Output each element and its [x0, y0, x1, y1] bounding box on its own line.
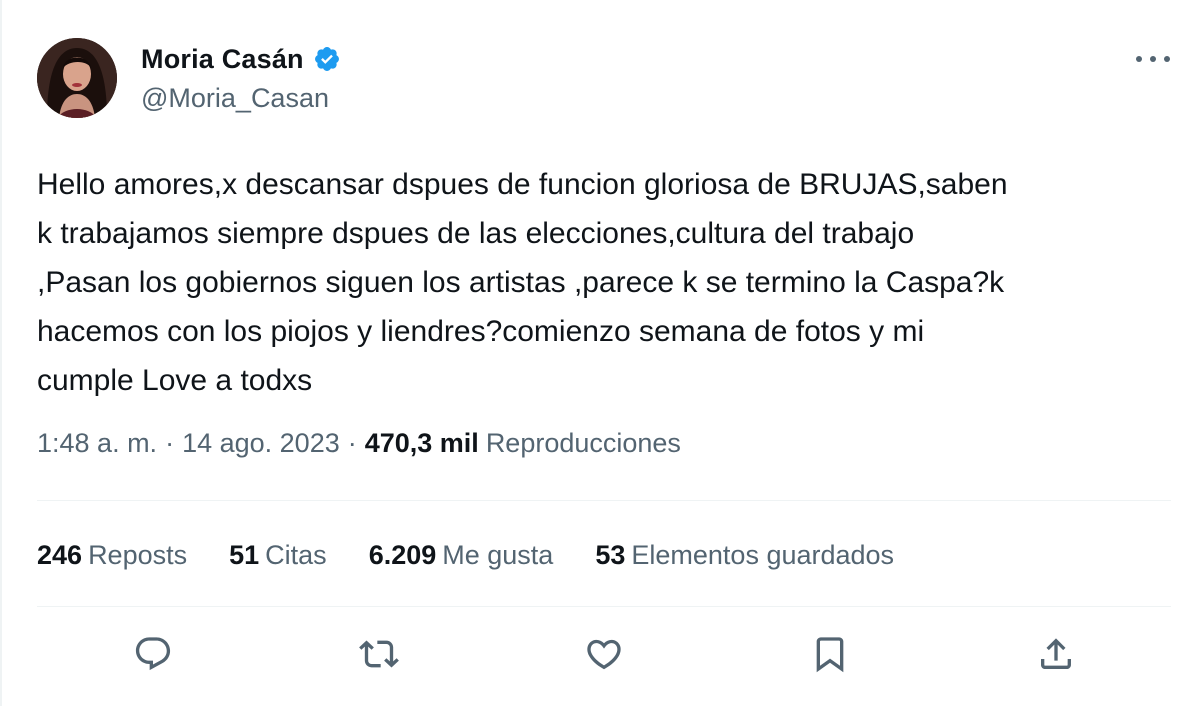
- views-label[interactable]: Reproducciones: [486, 428, 681, 459]
- more-dot: [1136, 56, 1142, 62]
- reply-icon: [135, 637, 171, 671]
- stat-bookmarks[interactable]: 53 Elementos guardados: [595, 540, 894, 571]
- more-dot: [1164, 56, 1170, 62]
- stat-label: Citas: [265, 539, 327, 570]
- bookmark-button[interactable]: [808, 632, 852, 676]
- more-horizontal-icon[interactable]: [1136, 52, 1170, 66]
- bookmark-icon: [816, 637, 844, 673]
- more-dot: [1150, 56, 1156, 62]
- tweet-text: Hello amores,x descansar dspues de funci…: [37, 168, 1008, 397]
- tweet-card: Moria Casán @Moria_Casan Hello amores,x …: [0, 0, 1200, 706]
- repost-button[interactable]: [357, 632, 401, 676]
- author-name-row[interactable]: Moria Casán: [141, 42, 341, 76]
- reply-button[interactable]: [131, 632, 175, 676]
- profile-photo: [37, 38, 117, 118]
- verified-badge-icon[interactable]: [313, 45, 341, 73]
- author-handle[interactable]: @Moria_Casan: [141, 83, 329, 114]
- stat-count: 246: [37, 539, 83, 570]
- tweet-stats: 246 Reposts 51 Citas 6.209 Me gusta 53 E…: [37, 535, 936, 575]
- repost-icon: [359, 640, 399, 668]
- author-display-name[interactable]: Moria Casán: [141, 44, 304, 75]
- stat-label: Me gusta: [442, 539, 554, 570]
- meta-separator: ·: [165, 428, 175, 458]
- stat-likes[interactable]: 6.209 Me gusta: [369, 540, 554, 571]
- stat-count: 51: [229, 539, 260, 570]
- like-button[interactable]: [582, 632, 626, 676]
- stat-count: 53: [595, 539, 626, 570]
- tweet-meta: 1:48 a. m. · 14 ago. 2023 · 470,3 mil Re…: [37, 428, 681, 459]
- action-bar: [0, 632, 1200, 682]
- views-count[interactable]: 470,3 mil: [365, 428, 479, 459]
- divider: [37, 500, 1171, 501]
- divider: [37, 606, 1171, 607]
- stat-reposts[interactable]: 246 Reposts: [37, 540, 187, 571]
- stat-count: 6.209: [368, 539, 437, 570]
- meta-separator: ·: [347, 428, 357, 458]
- stat-label: Reposts: [88, 539, 188, 570]
- stat-quotes[interactable]: 51 Citas: [229, 540, 327, 571]
- tweet-time[interactable]: 1:48 a. m.: [37, 428, 157, 459]
- avatar[interactable]: [37, 38, 117, 118]
- stat-label: Elementos guardados: [631, 539, 895, 570]
- share-button[interactable]: [1034, 632, 1078, 676]
- like-icon: [587, 639, 621, 670]
- tweet-date[interactable]: 14 ago. 2023: [182, 428, 340, 459]
- share-icon: [1041, 638, 1071, 669]
